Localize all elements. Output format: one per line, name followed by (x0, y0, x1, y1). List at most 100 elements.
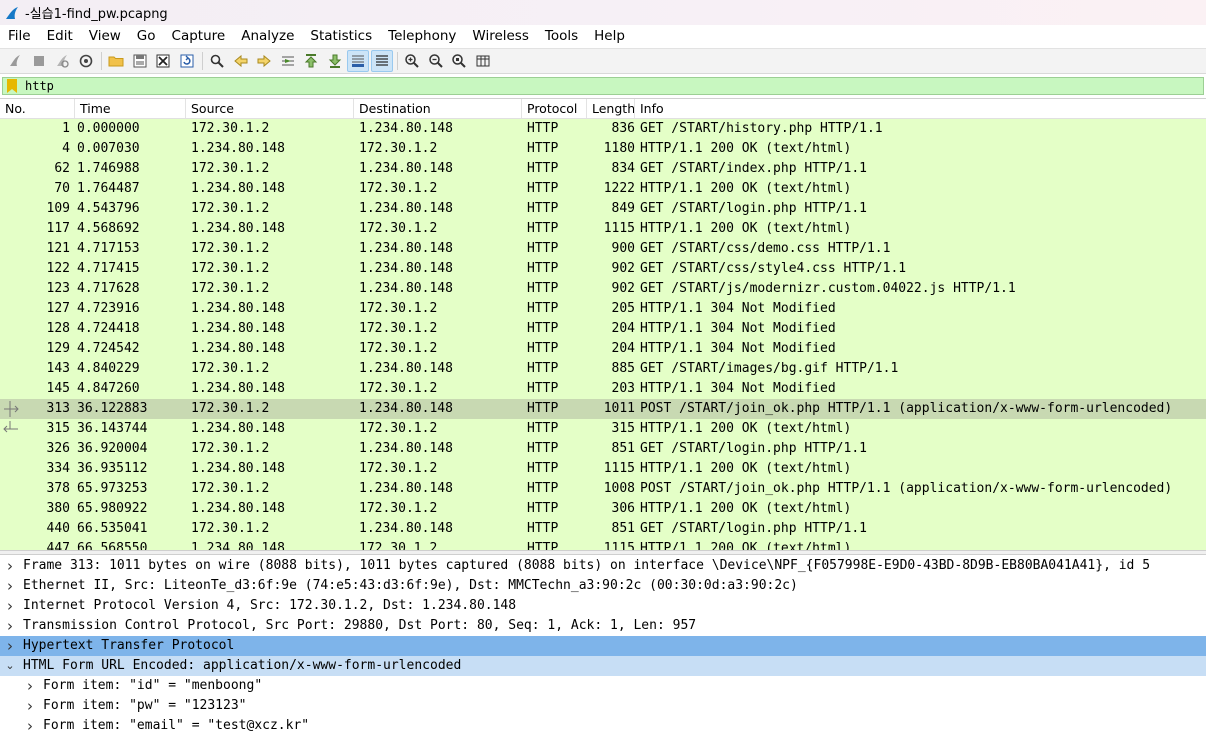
close-file-button[interactable] (152, 50, 174, 72)
detail-tree-item[interactable]: › Transmission Control Protocol, Src Port… (0, 616, 1206, 636)
cell-no: 334 (46, 461, 70, 476)
packet-row[interactable]: 447 66.568550 1.234.80.148 172.30.1.2 HTTP 11… (0, 539, 1206, 550)
chevron-right-icon[interactable]: › (0, 636, 20, 656)
go-last-button[interactable] (324, 50, 346, 72)
menu-statistics[interactable]: Statistics (302, 25, 380, 47)
column-header-info[interactable]: Info (635, 99, 1206, 118)
column-header-length[interactable]: Length (587, 99, 635, 118)
chevron-right-icon[interactable]: › (0, 596, 20, 616)
packet-row[interactable]: 62 1.746988 172.30.1.2 1.234.80.148 HTTP 834 G… (0, 159, 1206, 179)
colorize-icon (375, 55, 388, 66)
cell-len: 306 (611, 501, 635, 516)
packet-row[interactable]: 128 4.724418 1.234.80.148 172.30.1.2 HTTP 204… (0, 319, 1206, 339)
chevron-right-icon[interactable]: › (20, 696, 40, 716)
detail-tree-item[interactable]: › Internet Protocol Version 4, Src: 172.3… (0, 596, 1206, 616)
detail-tree-item[interactable]: › Form item: "email" = "test@xcz.kr" (0, 716, 1206, 736)
capture-options-button[interactable] (75, 50, 97, 72)
go-back-button[interactable] (230, 50, 252, 72)
cell-info: GET /START/css/style4.css HTTP/1.1 (640, 261, 907, 276)
menu-help[interactable]: Help (586, 25, 633, 47)
packet-row[interactable]: 334 36.935112 1.234.80.148 172.30.1.2 HTTP 11… (0, 459, 1206, 479)
menu-analyze[interactable]: Analyze (233, 25, 302, 47)
save-file-button[interactable] (129, 50, 151, 72)
colorize-button[interactable] (370, 50, 393, 72)
packet-row[interactable]: 326 36.920004 172.30.1.2 1.234.80.148 HTTP 85… (0, 439, 1206, 459)
packet-row[interactable]: 380 65.980922 1.234.80.148 172.30.1.2 HTTP 30… (0, 499, 1206, 519)
packet-row[interactable]: 313 36.122883 172.30.1.2 1.234.80.148 HTTP 10… (0, 399, 1206, 419)
packet-row[interactable]: 143 4.840229 172.30.1.2 1.234.80.148 HTTP 885… (0, 359, 1206, 379)
menu-telephony[interactable]: Telephony (380, 25, 464, 47)
menu-edit[interactable]: Edit (39, 25, 81, 47)
packet-row[interactable]: 121 4.717153 172.30.1.2 1.234.80.148 HTTP 900… (0, 239, 1206, 259)
detail-tree-item[interactable]: › Form item: "id" = "menboong" (0, 676, 1206, 696)
zoom-in-icon (405, 54, 419, 68)
packet-details: › Frame 313: 1011 bytes on wire (8088 bit… (0, 556, 1206, 743)
close-file-icon (156, 54, 170, 68)
normal-size-button[interactable] (448, 50, 470, 72)
menu-tools[interactable]: Tools (537, 25, 586, 47)
packet-row[interactable]: 145 4.847260 1.234.80.148 172.30.1.2 HTTP 203… (0, 379, 1206, 399)
menu-view[interactable]: View (81, 25, 129, 47)
menu-wireless[interactable]: Wireless (464, 25, 537, 47)
open-file-button[interactable] (105, 50, 127, 72)
pane-splitter[interactable] (0, 550, 1206, 555)
display-filter-input[interactable]: http (2, 77, 1204, 95)
packet-row[interactable]: 70 1.764487 1.234.80.148 172.30.1.2 HTTP 1222… (0, 179, 1206, 199)
column-header-protocol[interactable]: Protocol (522, 99, 587, 118)
zoom-out-button[interactable] (425, 50, 447, 72)
column-header-no[interactable]: No. (0, 99, 75, 118)
packet-row[interactable]: 1 0.000000 172.30.1.2 1.234.80.148 HTTP 836 GE… (0, 119, 1206, 139)
go-first-button[interactable] (300, 50, 322, 72)
packet-row[interactable]: 117 4.568692 1.234.80.148 172.30.1.2 HTTP 111… (0, 219, 1206, 239)
packet-row[interactable]: 378 65.973253 172.30.1.2 1.234.80.148 HTTP 10… (0, 479, 1206, 499)
bookmark-icon[interactable] (7, 79, 17, 93)
cell-proto: HTTP (527, 481, 559, 496)
cell-time: 66.535041 (77, 521, 148, 536)
chevron-right-icon[interactable]: › (20, 676, 40, 696)
zoom-in-button[interactable] (401, 50, 423, 72)
column-header-time[interactable]: Time (75, 99, 186, 118)
cell-len: 315 (611, 421, 635, 436)
menu-capture[interactable]: Capture (164, 25, 234, 47)
chevron-right-icon[interactable]: › (0, 556, 20, 576)
cell-time: 4.717628 (77, 281, 140, 296)
detail-tree-item[interactable]: › Ethernet II, Src: LiteonTe_d3:6f:9e (74… (0, 576, 1206, 596)
cell-time: 0.007030 (77, 141, 140, 156)
detail-tree-item[interactable]: ⌄ HTML Form URL Encoded: application/x-ww… (0, 656, 1206, 676)
chevron-right-icon[interactable]: › (0, 616, 20, 636)
cell-no: 145 (46, 381, 70, 396)
cell-time: 4.840229 (77, 361, 140, 376)
resize-columns-button[interactable] (472, 50, 494, 72)
detail-tree-item[interactable]: › Frame 313: 1011 bytes on wire (8088 bit… (0, 556, 1206, 576)
packet-row[interactable]: 109 4.543796 172.30.1.2 1.234.80.148 HTTP 849… (0, 199, 1206, 219)
reload-file-button[interactable] (176, 50, 198, 72)
menu-go[interactable]: Go (129, 25, 164, 47)
autoscroll-button[interactable] (347, 50, 369, 72)
cell-src: 172.30.1.2 (191, 201, 270, 216)
cell-dst: 1.234.80.148 (359, 261, 453, 276)
detail-tree-item[interactable]: › Hypertext Transfer Protocol (0, 636, 1206, 656)
chevron-right-icon[interactable]: › (20, 716, 40, 736)
chevron-down-icon[interactable]: ⌄ (0, 656, 20, 676)
packet-row[interactable]: 440 66.535041 172.30.1.2 1.234.80.148 HTTP 85… (0, 519, 1206, 539)
detail-tree-item[interactable]: › Form item: "pw" = "123123" (0, 696, 1206, 716)
packet-row[interactable]: 129 4.724542 1.234.80.148 172.30.1.2 HTTP 204… (0, 339, 1206, 359)
packet-row[interactable]: 4 0.007030 1.234.80.148 172.30.1.2 HTTP 1180 H… (0, 139, 1206, 159)
column-header-source[interactable]: Source (186, 99, 354, 118)
chevron-right-icon[interactable]: › (0, 576, 20, 596)
go-forward-button[interactable] (253, 50, 275, 72)
stop-capture-button[interactable] (28, 50, 50, 72)
go-to-packet-button[interactable] (277, 50, 299, 72)
start-capture-button[interactable] (4, 50, 26, 72)
column-header-destination[interactable]: Destination (354, 99, 522, 118)
cell-src: 1.234.80.148 (191, 421, 285, 436)
detail-text: Form item: "id" = "menboong" (43, 678, 263, 693)
reload-file-icon (180, 54, 193, 68)
find-packet-button[interactable] (206, 50, 228, 72)
restart-capture-button[interactable] (51, 50, 73, 72)
menu-file[interactable]: File (0, 25, 39, 47)
packet-row[interactable]: 127 4.723916 1.234.80.148 172.30.1.2 HTTP 205… (0, 299, 1206, 319)
packet-row[interactable]: 315 36.143744 1.234.80.148 172.30.1.2 HTTP 31… (0, 419, 1206, 439)
packet-row[interactable]: 122 4.717415 172.30.1.2 1.234.80.148 HTTP 902… (0, 259, 1206, 279)
packet-row[interactable]: 123 4.717628 172.30.1.2 1.234.80.148 HTTP 902… (0, 279, 1206, 299)
